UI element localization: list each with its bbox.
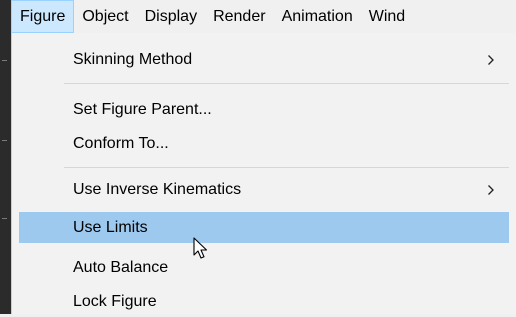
menu-item-use-inverse-kinematics[interactable]: Use Inverse Kinematics	[19, 174, 509, 205]
menu-item-label: Use Limits	[73, 219, 148, 236]
menu-item-auto-balance[interactable]: Auto Balance	[19, 252, 509, 283]
menu-item-use-limits[interactable]: Use Limits	[19, 212, 509, 243]
menu-window[interactable]: Wind	[361, 0, 413, 33]
background-mark	[2, 60, 7, 61]
background-mark	[2, 140, 7, 141]
menu-display[interactable]: Display	[137, 0, 205, 33]
chevron-right-icon	[485, 174, 497, 205]
menu-object[interactable]: Object	[74, 0, 136, 33]
menu-item-skinning-method[interactable]: Skinning Method	[19, 44, 509, 75]
background-mark	[2, 218, 7, 219]
menu-item-label: Skinning Method	[73, 51, 193, 68]
menu-item-conform-to[interactable]: Conform To...	[19, 128, 509, 159]
mouse-pointer-icon	[193, 237, 209, 266]
menu-item-lock-figure[interactable]: Lock Figure	[19, 286, 509, 317]
menu-item-label: Auto Balance	[73, 259, 169, 276]
menu-item-label: Lock Figure	[73, 293, 157, 310]
menu-item-label: Use Inverse Kinematics	[73, 181, 242, 198]
menu-item-label: Set Figure Parent...	[73, 101, 212, 118]
chevron-right-icon	[485, 44, 497, 75]
menu-separator	[64, 83, 509, 84]
menu-bar: Figure Object Display Render Animation W…	[11, 0, 516, 33]
menu-item-set-figure-parent[interactable]: Set Figure Parent...	[19, 94, 509, 125]
figure-dropdown-menu: Skinning Method Set Figure Parent... Con…	[11, 33, 516, 314]
menu-item-label: Conform To...	[73, 135, 169, 152]
menu-animation[interactable]: Animation	[274, 0, 361, 33]
menu-render[interactable]: Render	[205, 0, 273, 33]
menu-figure[interactable]: Figure	[11, 0, 75, 33]
app-background	[0, 0, 11, 314]
menu-separator	[64, 167, 509, 168]
